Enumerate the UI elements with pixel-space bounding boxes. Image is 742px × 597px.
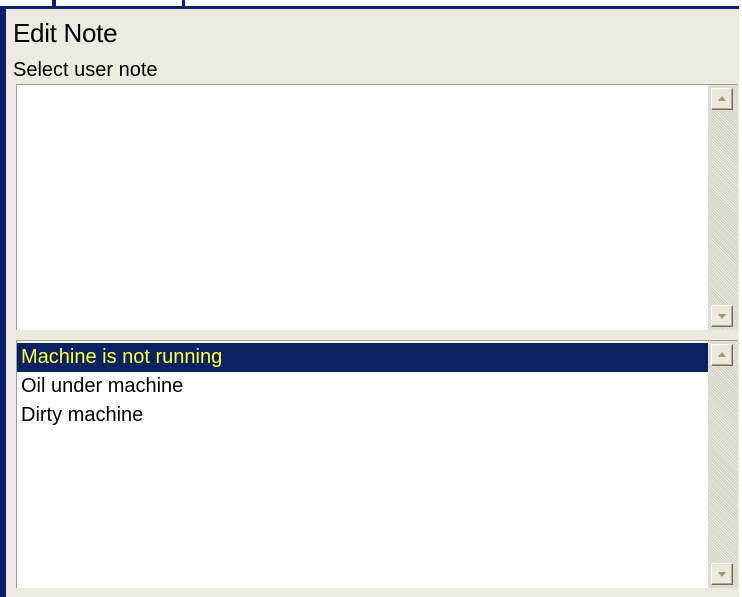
dialog-subtitle: Select user note <box>13 59 158 81</box>
notes-list-scrollbar[interactable] <box>708 341 738 588</box>
down-arrow-icon <box>718 572 726 577</box>
note-text-scroll-down-button[interactable] <box>711 305 733 327</box>
down-arrow-icon <box>718 314 726 319</box>
up-arrow-icon <box>718 352 726 357</box>
list-item[interactable]: Oil under machine <box>17 372 710 401</box>
user-notes-list[interactable]: Machine is not running Oil under machine… <box>16 340 738 588</box>
notes-list-scroll-up-button[interactable] <box>711 344 733 366</box>
note-text-input[interactable] <box>17 85 707 329</box>
note-text-area[interactable] <box>16 84 738 330</box>
note-text-scrollbar[interactable] <box>708 85 738 330</box>
list-item[interactable]: Dirty machine <box>17 401 710 430</box>
note-text-scroll-up-button[interactable] <box>711 88 733 110</box>
list-item[interactable]: Machine is not running <box>17 343 710 372</box>
up-arrow-icon <box>718 96 726 101</box>
dialog-title: Edit Note <box>13 18 118 48</box>
notes-list-scroll-down-button[interactable] <box>711 563 733 585</box>
